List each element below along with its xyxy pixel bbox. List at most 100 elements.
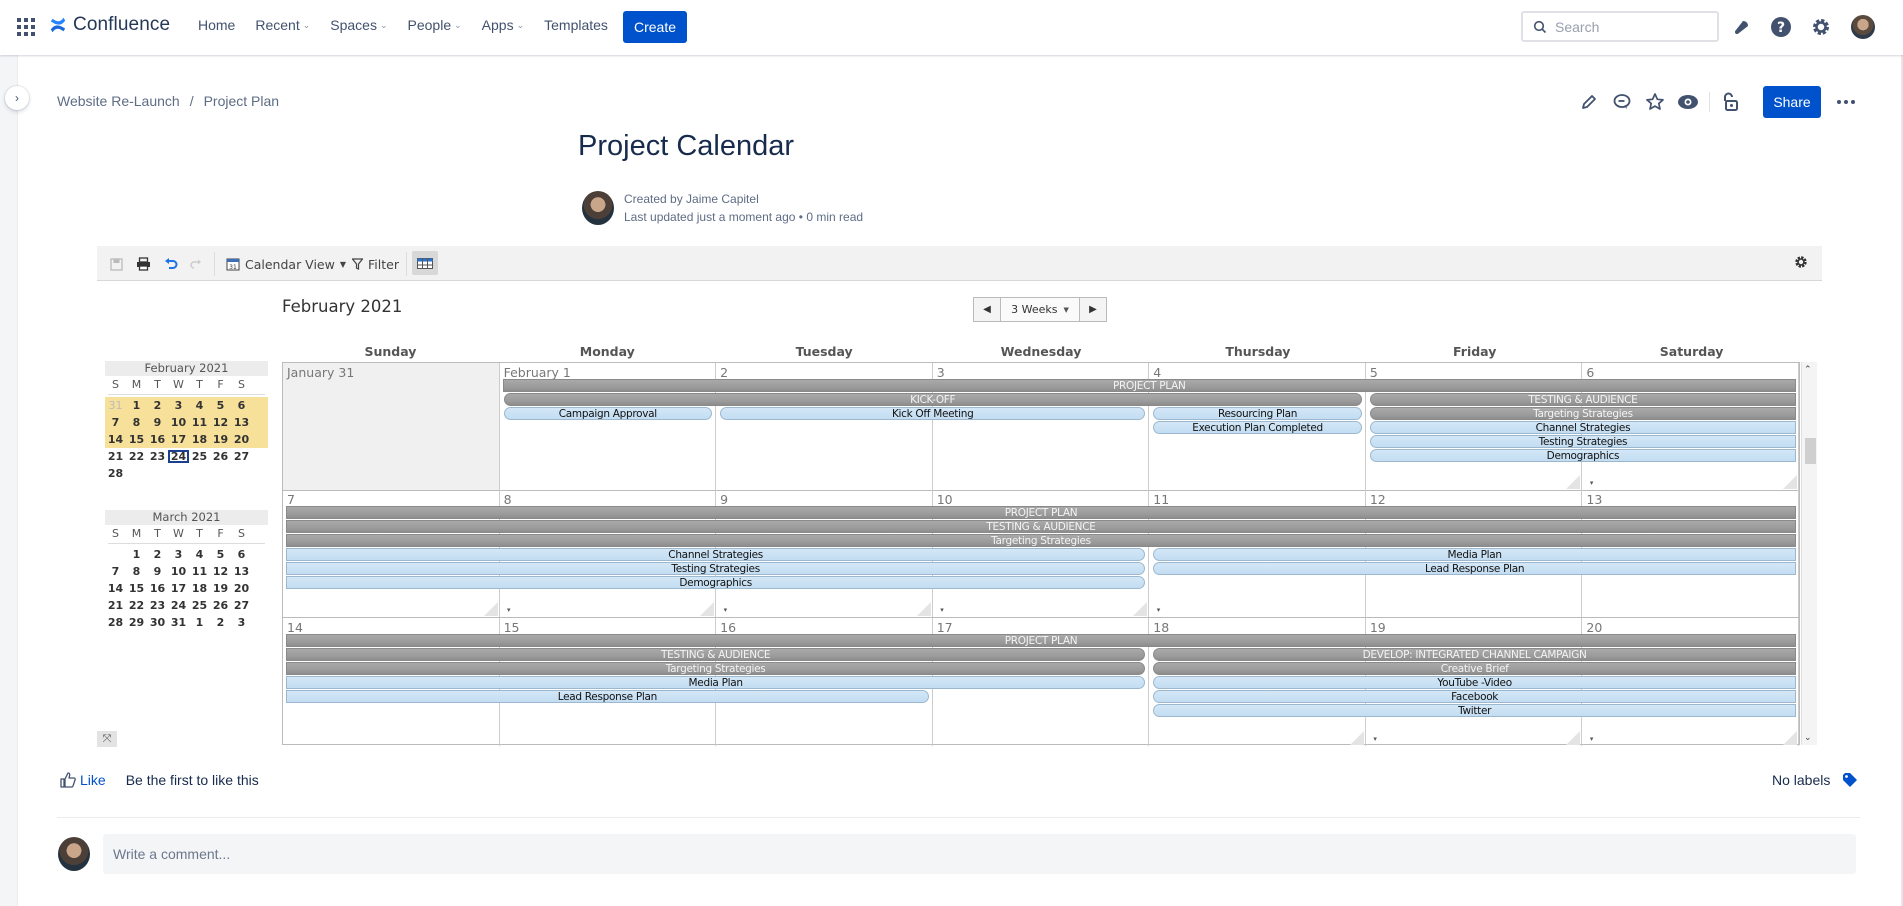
mini-calendar-date[interactable]: 2 <box>147 548 168 561</box>
mini-calendar-date[interactable]: 6 <box>231 548 252 561</box>
mini-calendar-date[interactable]: 16 <box>147 582 168 595</box>
mini-calendar-date[interactable]: 8 <box>126 565 147 578</box>
calendar-event[interactable]: Execution Plan Completed <box>1153 421 1362 434</box>
nav-apps[interactable]: Apps ⌄ <box>482 17 524 33</box>
grid-view-toggle[interactable] <box>412 251 438 275</box>
more-events-icon[interactable] <box>1349 730 1377 745</box>
scrollbar-thumb[interactable] <box>1805 438 1816 464</box>
mini-calendar-date[interactable]: 17 <box>168 582 189 595</box>
calendar-event[interactable]: Campaign Approval <box>503 407 713 420</box>
comment-icon[interactable] <box>1610 90 1634 114</box>
calendar-event[interactable]: Facebook <box>1153 689 1796 703</box>
calendar-event[interactable]: Lead Response Plan <box>286 689 929 703</box>
mini-calendar-date[interactable]: 6 <box>231 399 252 412</box>
nav-spaces[interactable]: Spaces ⌄ <box>330 17 387 33</box>
mini-calendar-date[interactable]: 25 <box>189 599 210 612</box>
mini-calendar-date[interactable]: 13 <box>231 416 252 429</box>
calendar-view-dropdown[interactable]: 31 Calendar View ▼ <box>226 254 346 274</box>
search-box[interactable] <box>1521 11 1719 42</box>
filter-button[interactable]: Filter <box>352 254 399 274</box>
watch-icon[interactable] <box>1676 90 1700 114</box>
calendar-event[interactable]: KICK-OFF <box>503 393 1362 406</box>
mini-calendar-date[interactable]: 12 <box>210 416 231 429</box>
calendar-event[interactable]: Resourcing Plan <box>1153 407 1362 420</box>
more-events-icon[interactable] <box>483 602 511 617</box>
mini-calendar-date[interactable]: 28 <box>105 616 126 629</box>
mini-calendar-date[interactable]: 24 <box>168 599 189 612</box>
more-events-icon[interactable] <box>916 602 944 617</box>
range-select[interactable]: 3 Weeks ▼ <box>1000 298 1080 321</box>
more-events-icon[interactable] <box>1782 475 1810 489</box>
next-range-button[interactable]: ▶ <box>1080 298 1106 321</box>
mini-calendar-title[interactable]: February 2021 <box>105 361 268 376</box>
mini-calendar-date[interactable]: 25 <box>189 450 210 463</box>
calendar-event[interactable]: Targeting Strategies <box>286 534 1796 548</box>
calendar-event[interactable]: Testing Strategies <box>1369 435 1796 448</box>
mini-calendar-date[interactable]: 12 <box>210 565 231 578</box>
mini-calendar-date[interactable]: 2 <box>210 616 231 629</box>
confluence-logo[interactable]: Confluence <box>49 14 170 36</box>
mini-calendar-date[interactable]: 4 <box>189 548 210 561</box>
calendar-settings-icon[interactable] <box>1794 254 1808 273</box>
calendar-event[interactable]: Media Plan <box>1153 548 1796 562</box>
mini-calendar-date[interactable]: 26 <box>210 450 231 463</box>
mini-calendar-today[interactable]: 24 <box>168 450 189 463</box>
mini-calendar-title[interactable]: March 2021 <box>105 510 268 525</box>
nav-people[interactable]: People ⌄ <box>408 17 462 33</box>
mini-calendar-date[interactable]: 8 <box>126 416 147 429</box>
mini-calendar-date[interactable]: 21 <box>105 599 126 612</box>
calendar-event[interactable]: Creative Brief <box>1153 661 1796 675</box>
mini-calendar-date[interactable]: 27 <box>231 599 252 612</box>
profile-avatar[interactable] <box>1851 15 1875 39</box>
mini-calendar-date[interactable]: 21 <box>105 450 126 463</box>
calendar-event[interactable]: Channel Strategies <box>1369 421 1796 434</box>
mini-calendar-date[interactable]: 18 <box>189 433 210 446</box>
mini-calendar-date[interactable]: 15 <box>126 582 147 595</box>
calendar-event[interactable]: Lead Response Plan <box>1153 562 1796 576</box>
calendar-event[interactable]: PROJECT PLAN <box>502 379 1796 392</box>
help-icon[interactable]: ? <box>1770 16 1792 38</box>
mini-calendar-date[interactable]: 4 <box>189 399 210 412</box>
calendar-event[interactable]: Twitter <box>1153 703 1796 717</box>
mini-calendar-date[interactable]: 1 <box>189 616 210 629</box>
more-events-icon[interactable] <box>1566 475 1593 489</box>
mini-calendar-date[interactable]: 19 <box>210 433 231 446</box>
mini-calendar-date[interactable]: 3 <box>168 548 189 561</box>
star-icon[interactable] <box>1643 90 1667 114</box>
redo-icon[interactable] <box>190 254 202 274</box>
mini-calendar-date[interactable]: 16 <box>147 433 168 446</box>
mini-calendar-date[interactable]: 22 <box>126 599 147 612</box>
mini-calendar-date[interactable]: 13 <box>231 565 252 578</box>
mini-calendar-date[interactable]: 11 <box>189 416 210 429</box>
mini-calendar-date[interactable]: 5 <box>210 399 231 412</box>
calendar-event[interactable]: YouTube -Video <box>1153 675 1796 689</box>
more-events-icon[interactable] <box>1133 602 1160 617</box>
mini-calendar-date[interactable]: 3 <box>231 616 252 629</box>
expand-sidebar-button[interactable]: › <box>5 86 29 110</box>
mini-calendar-date[interactable]: 3 <box>168 399 189 412</box>
like-button[interactable]: Like <box>60 772 106 788</box>
mini-calendar-date[interactable]: 30 <box>147 616 168 629</box>
create-button[interactable]: Create <box>623 11 687 43</box>
breadcrumb-space[interactable]: Website Re-Launch <box>57 93 180 109</box>
mini-calendar-date[interactable]: 18 <box>189 582 210 595</box>
mini-calendar-date[interactable]: 22 <box>126 450 147 463</box>
mini-calendar-date[interactable]: 31 <box>168 616 189 629</box>
nav-home[interactable]: Home <box>198 17 235 33</box>
calendar-event[interactable]: Kick Off Meeting <box>720 407 1146 420</box>
author-avatar[interactable] <box>582 191 614 225</box>
mini-calendar-date[interactable]: 20 <box>231 582 252 595</box>
breadcrumb-parent[interactable]: Project Plan <box>204 93 279 109</box>
mini-calendar-date[interactable]: 2 <box>147 399 168 412</box>
calendar-event[interactable]: Channel Strategies <box>286 548 1146 562</box>
calendar-event[interactable]: Targeting Strategies <box>286 661 1146 675</box>
mini-calendar-date[interactable]: 7 <box>105 565 126 578</box>
more-events-icon[interactable] <box>1782 730 1810 745</box>
mini-calendar-date[interactable]: 9 <box>147 565 168 578</box>
mini-calendar-date[interactable]: 9 <box>147 416 168 429</box>
calendar-event[interactable]: Media Plan <box>286 675 1146 689</box>
calendar-event[interactable]: TESTING & AUDIENCE <box>1369 393 1796 406</box>
calendar-scrollbar[interactable]: ⌃ ⌄ <box>1801 362 1817 745</box>
more-events-icon[interactable] <box>1566 730 1593 745</box>
mini-calendar-date[interactable]: 23 <box>147 599 168 612</box>
